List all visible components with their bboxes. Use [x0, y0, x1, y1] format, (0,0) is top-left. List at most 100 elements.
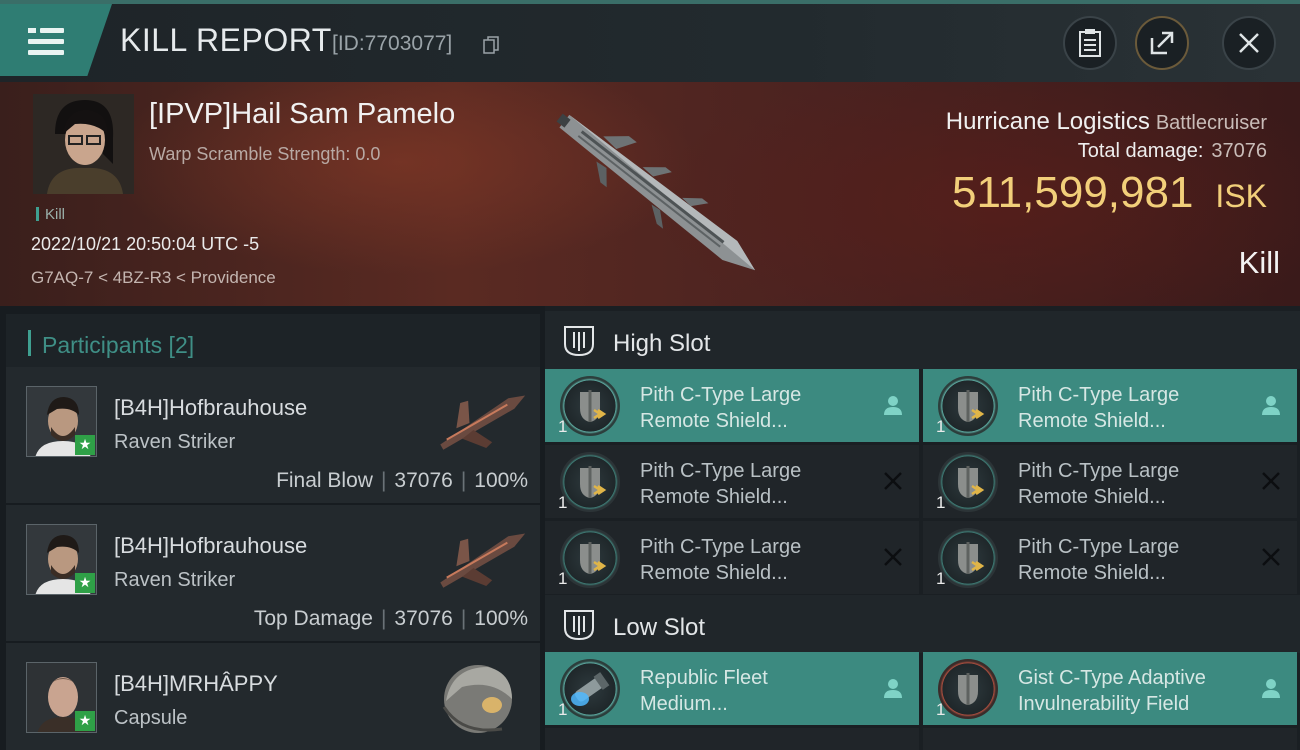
divider: | [460, 607, 467, 630]
divider: | [460, 469, 467, 492]
participant-stats: Final Blow | 37076 | 100% [276, 469, 528, 493]
victim-ship-image [556, 113, 756, 271]
participant-name[interactable]: [B4H]Hofbrauhouse [114, 533, 307, 559]
victim-name[interactable]: [IPVP]Hail Sam Pamelo [149, 98, 455, 131]
module-item[interactable]: 1 Gist C-Type Adaptive Invulnerability Fi… [923, 652, 1297, 725]
high-slot-label: High Slot [613, 330, 711, 357]
participant-damage: 37076 [394, 607, 453, 630]
module-name-line1: Pith C-Type Large [640, 460, 802, 482]
module-name-line1: Pith C-Type Large [1018, 384, 1180, 406]
close-icon [1239, 33, 1259, 53]
participant-row[interactable]: ★ [B4H]MRHÂPPY Capsule [6, 643, 540, 750]
total-damage-label: Total damage: [1077, 140, 1204, 162]
clipboard-button[interactable] [1063, 16, 1117, 70]
person-icon [1262, 396, 1280, 415]
low-slot-icon [564, 610, 594, 641]
share-button[interactable] [1135, 16, 1189, 70]
shield-module-icon [560, 452, 620, 512]
module-name-line1: Pith C-Type Large [1018, 536, 1180, 558]
total-damage: Total damage: 37076 [1078, 140, 1267, 163]
destroyed-x-icon [1262, 472, 1280, 490]
module-quantity: 1 [558, 569, 568, 588]
module-name: Pith C-Type Large Remote Shield... [640, 534, 860, 586]
module-name-line1: Gist C-Type Adaptive [1018, 667, 1206, 689]
participant-ship: Raven Striker [114, 431, 236, 453]
warp-scramble-strength: Warp Scramble Strength: 0.0 [149, 144, 381, 164]
low-slot-header: Low Slot [545, 595, 1300, 653]
menu-button[interactable] [0, 4, 112, 76]
participant-damage: 37076 [394, 469, 453, 492]
module-name-line2: Remote Shield... [1018, 562, 1166, 584]
participant-row[interactable]: ★ [B4H]Hofbrauhouse Raven Striker Final … [6, 367, 540, 503]
module-quantity: 1 [936, 569, 946, 588]
damage-control-module-icon [560, 659, 620, 719]
module-name-line2: Remote Shield... [640, 486, 788, 508]
participant-role: Final Blow [276, 469, 373, 492]
participant-name[interactable]: [B4H]MRHÂPPY [114, 671, 278, 697]
participant-percent: 100% [474, 607, 528, 630]
report-id: [ID:7703077] [332, 32, 453, 55]
module-item[interactable]: 1 Pith C-Type Large Remote Shield... [545, 521, 919, 594]
shield-module-icon [938, 376, 998, 436]
shield-module-icon [938, 528, 998, 588]
kill-tag: Kill [36, 206, 65, 223]
module-item-partial[interactable] [923, 728, 1297, 750]
avatar[interactable]: ★ [26, 386, 97, 457]
header-accent [28, 330, 31, 356]
kill-type-label: Kill [1238, 245, 1280, 280]
star-icon: ★ [75, 435, 95, 455]
raven-striker-ship-image [440, 533, 526, 588]
module-quantity: 1 [936, 700, 946, 719]
low-slot-label: Low Slot [613, 614, 706, 641]
module-item[interactable]: 1 Pith C-Type Large Remote Shield... [923, 445, 1297, 518]
high-slot-icon [564, 326, 594, 357]
isk-unit: ISK [1215, 178, 1267, 214]
share-icon [1150, 31, 1174, 55]
participant-percent: 100% [474, 469, 528, 492]
module-name: Pith C-Type Large Remote Shield... [1018, 534, 1238, 586]
close-button[interactable] [1222, 16, 1276, 70]
participant-ship: Raven Striker [114, 569, 236, 591]
divider: | [380, 469, 387, 492]
module-name-line1: Republic Fleet [640, 667, 768, 689]
person-icon [1262, 679, 1280, 698]
module-quantity: 1 [936, 417, 946, 436]
module-item[interactable]: 1 Pith C-Type Large Remote Shield... [545, 369, 919, 442]
module-item[interactable]: 1 Pith C-Type Large Remote Shield... [923, 369, 1297, 442]
destroyed-x-icon [884, 548, 902, 566]
ship-name: Hurricane Logistics [945, 108, 1150, 135]
participants-header: Participants [2] [6, 314, 540, 372]
module-item[interactable]: 1 Pith C-Type Large Remote Shield... [923, 521, 1297, 594]
menu-icon-bar [28, 39, 64, 44]
module-item[interactable]: 1 Pith C-Type Large Remote Shield... [545, 445, 919, 518]
ship-class: Battlecruiser [1155, 112, 1267, 134]
participant-name[interactable]: [B4H]Hofbrauhouse [114, 395, 307, 421]
participant-row[interactable]: ★ [B4H]Hofbrauhouse Raven Striker Top Da… [6, 505, 540, 641]
module-item[interactable]: 1 Republic Fleet Medium... [545, 652, 919, 725]
menu-icon-dot [28, 28, 36, 33]
participant-ship: Capsule [114, 707, 188, 729]
menu-icon-bar [40, 28, 64, 33]
copy-icon[interactable] [483, 36, 499, 54]
participants-panel: Participants [2] ★ [B4H]Hofbrauhouse Rav… [0, 306, 545, 750]
module-name: Pith C-Type Large Remote Shield... [1018, 458, 1238, 510]
kill-location[interactable]: G7AQ-7 < 4BZ-R3 < Providence [31, 268, 276, 288]
module-name-line2: Medium... [640, 693, 728, 715]
capsule-ship-image [442, 665, 512, 733]
module-quantity: 1 [558, 417, 568, 436]
total-damage-value: 37076 [1211, 140, 1267, 162]
destroyed-x-icon [884, 472, 902, 490]
shield-module-icon [560, 376, 620, 436]
avatar[interactable]: ★ [26, 524, 97, 595]
module-name-line2: Remote Shield... [640, 562, 788, 584]
victim-ship[interactable]: Hurricane Logistics Battlecruiser [946, 108, 1267, 136]
shield-module-icon [938, 452, 998, 512]
victim-avatar[interactable] [33, 94, 134, 194]
isk-value: 511,599,981 ISK [952, 168, 1267, 218]
module-name: Pith C-Type Large Remote Shield... [640, 458, 860, 510]
module-item-partial[interactable] [545, 728, 919, 750]
module-name-line2: Remote Shield... [640, 410, 788, 432]
avatar[interactable]: ★ [26, 662, 97, 733]
module-name: Republic Fleet Medium... [640, 665, 860, 717]
header-accent-line [0, 0, 1300, 4]
